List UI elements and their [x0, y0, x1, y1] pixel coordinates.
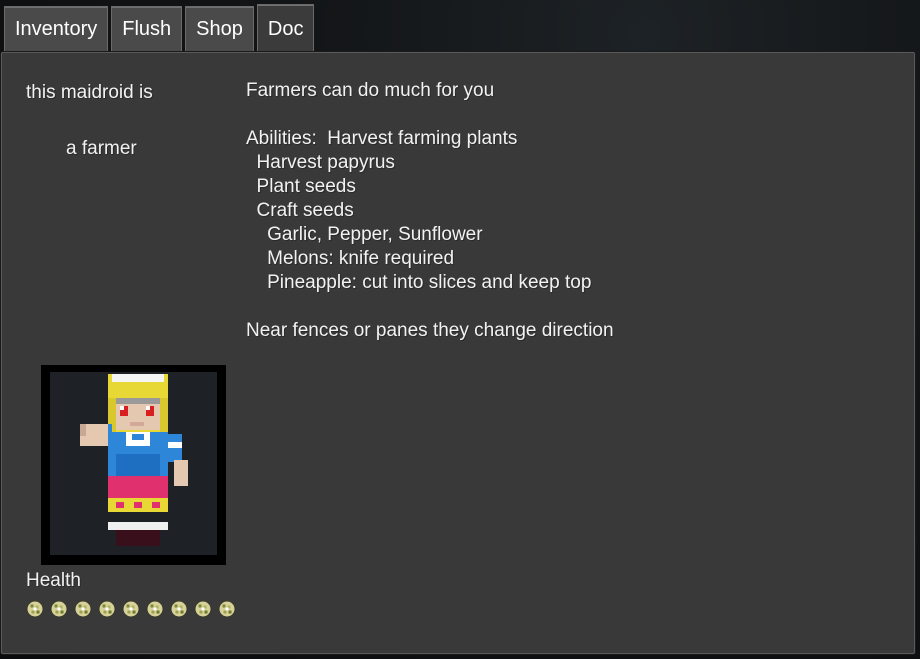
doc-line: Harvest papyrus — [246, 152, 395, 173]
doc-line: Garlic, Pepper, Sunflower — [246, 224, 483, 245]
doc-line: Farmers can do much for you — [246, 80, 495, 101]
health-egg-icon — [26, 600, 44, 618]
doc-line: Plant seeds — [246, 176, 356, 197]
maidroid-figure-icon — [80, 374, 188, 546]
portrait-frame — [50, 372, 217, 555]
tab-shop[interactable]: Shop — [185, 6, 254, 51]
doc-line — [246, 295, 886, 319]
doc-text: Farmers can do much for you Abilities: H… — [246, 79, 886, 343]
health-egg-icon — [50, 600, 68, 618]
health-egg-icon — [122, 600, 140, 618]
doc-line — [246, 103, 886, 127]
doc-line: Abilities: Harvest farming plants — [246, 128, 518, 149]
game-background: Inventory Flush Shop Doc this maidroid i… — [0, 0, 920, 659]
health-egg-icon — [146, 600, 164, 618]
health-egg-icon — [194, 600, 212, 618]
tab-inventory[interactable]: Inventory — [4, 6, 109, 51]
doc-panel: this maidroid is a farmer Farmers can do… — [1, 52, 915, 654]
health-egg-icon — [170, 600, 188, 618]
maidroid-portrait — [41, 365, 226, 565]
health-bar — [26, 600, 236, 618]
tab-bar: Inventory Flush Shop Doc — [4, 4, 315, 53]
doc-line: Pineapple: cut into slices and keep top — [246, 272, 592, 293]
tab-flush[interactable]: Flush — [111, 6, 183, 51]
tab-doc[interactable]: Doc — [256, 4, 315, 53]
doc-line: Craft seeds — [246, 200, 354, 221]
maidroid-intro-label: this maidroid is — [26, 82, 153, 103]
maidroid-role-label: a farmer — [66, 138, 137, 159]
doc-line: Melons: knife required — [246, 248, 455, 269]
health-label: Health — [26, 570, 81, 591]
health-egg-icon — [98, 600, 116, 618]
health-egg-icon — [74, 600, 92, 618]
doc-line: Near fences or panes they change directi… — [246, 320, 614, 341]
health-egg-icon — [218, 600, 236, 618]
